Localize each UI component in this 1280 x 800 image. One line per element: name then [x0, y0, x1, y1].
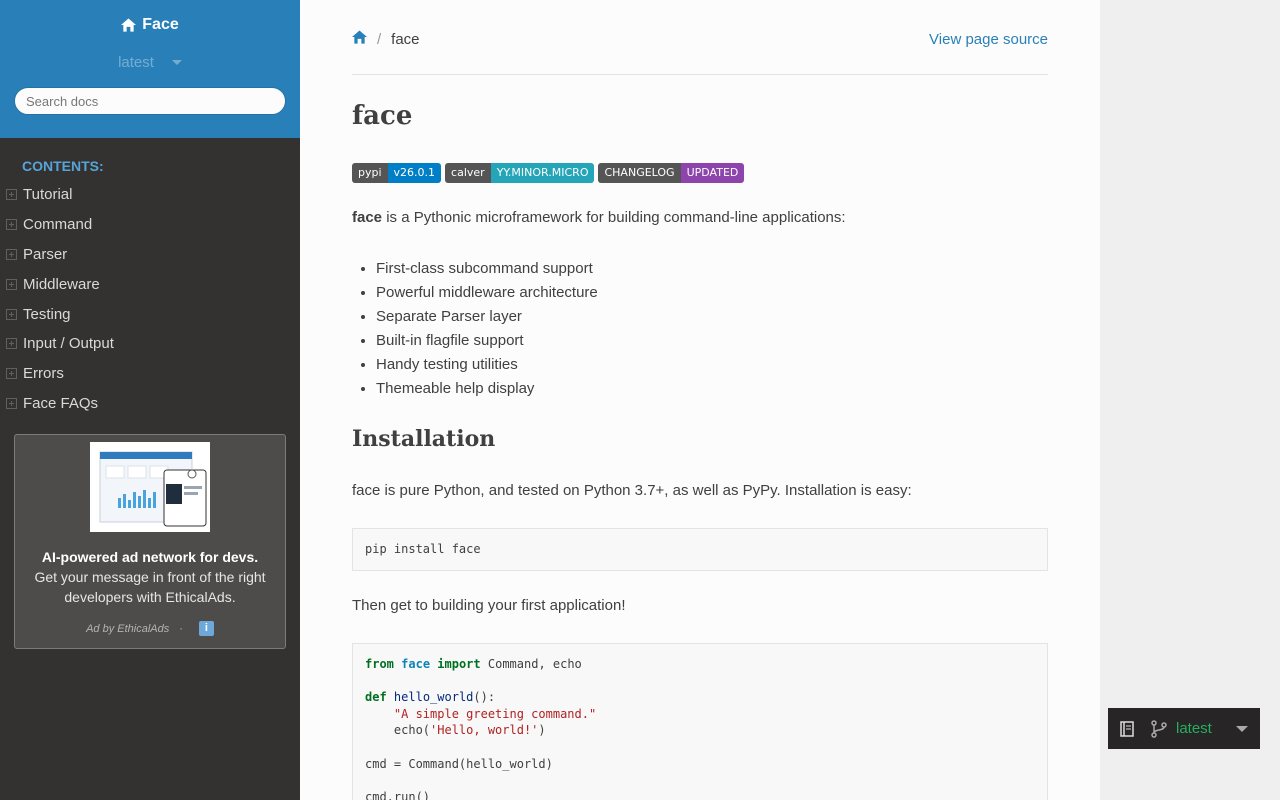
separator-dot: ·: [179, 622, 183, 635]
breadcrumb-home-link[interactable]: [352, 30, 367, 48]
feature-list: First-class subcommand support Powerful …: [376, 257, 598, 401]
badge-label: calver: [445, 163, 491, 183]
book-icon: [1120, 720, 1134, 737]
toc-item-label: Face FAQs: [23, 394, 99, 412]
expand-icon[interactable]: [6, 278, 17, 290]
current-version: latest: [1176, 720, 1212, 737]
toc-item-parser[interactable]: Parser: [0, 240, 300, 270]
toc-list: Tutorial Command Parser Middleware Testi…: [0, 180, 300, 418]
toc-item-command[interactable]: Command: [0, 210, 300, 240]
toc-item-label: Middleware: [23, 275, 100, 293]
expand-icon[interactable]: [6, 368, 17, 380]
expand-icon[interactable]: [6, 308, 17, 320]
expand-icon[interactable]: [6, 248, 17, 260]
toc-item-testing[interactable]: Testing: [0, 299, 300, 329]
example-code-block: from face import Command, echo def hello…: [352, 643, 1048, 800]
code-token: cmd.run(): [365, 789, 431, 800]
ad-headline: AI-powered ad network for devs.: [41, 549, 259, 565]
chevron-down-icon: [171, 60, 182, 65]
intro-text: is a Pythonic microframework for buildin…: [382, 209, 846, 226]
ad-attribution: Ad by EthicalAds · i: [15, 621, 285, 636]
sidebar: Face latest CONTENTS: Tutorial Command P…: [0, 0, 300, 800]
search-input[interactable]: [14, 87, 286, 115]
ethicalads-banner[interactable]: AI-powered ad network for devs. Get your…: [14, 434, 286, 649]
installation-heading: Installation: [352, 426, 496, 452]
breadcrumb: / face View page source: [352, 30, 1048, 48]
changelog-badge[interactable]: CHANGELOG UPDATED: [598, 163, 745, 183]
list-item: Themeable help display: [376, 377, 598, 401]
list-item: Separate Parser layer: [376, 305, 598, 329]
dashboard-illustration: [99, 451, 207, 527]
badges: pypi v26.0.1 calver YY.MINOR.MICRO CHANGEL…: [352, 163, 745, 183]
home-icon: [121, 18, 137, 32]
code-token: def: [365, 690, 387, 705]
sidebar-header: Face latest: [0, 0, 300, 138]
badge-value: v26.0.1: [387, 163, 442, 183]
toc-item-label: Testing: [23, 305, 71, 323]
toc-item-label: Parser: [23, 245, 68, 263]
page-title: face: [352, 101, 413, 131]
calver-badge[interactable]: calver YY.MINOR.MICRO: [445, 163, 595, 183]
ad-body: Get your message in front of the right d…: [34, 569, 266, 605]
toc-item-face-faqs[interactable]: Face FAQs: [0, 389, 300, 419]
code-token: from: [365, 657, 394, 671]
expand-icon[interactable]: [6, 338, 17, 350]
version-label: latest: [118, 54, 154, 71]
expand-icon[interactable]: [6, 189, 17, 201]
code-token: ():: [473, 690, 496, 705]
expand-icon[interactable]: [6, 219, 17, 231]
toc-item-label: Errors: [23, 365, 64, 383]
list-item: Handy testing utilities: [376, 353, 598, 377]
install-code-block: pip install face: [352, 528, 1048, 571]
code-token: import: [437, 657, 481, 671]
pypi-badge[interactable]: pypi v26.0.1: [352, 163, 442, 183]
badge-label: CHANGELOG: [598, 163, 681, 183]
ad-text[interactable]: AI-powered ad network for devs. Get your…: [29, 547, 271, 607]
chevron-down-icon[interactable]: [1236, 725, 1248, 732]
ad-image[interactable]: [90, 442, 210, 532]
intro-bold: face: [352, 209, 383, 226]
list-item: Powerful middleware architecture: [376, 281, 598, 305]
ad-by-link[interactable]: Ad by EthicalAds: [86, 623, 169, 635]
code-token: cmd = Command(hello_world): [365, 756, 553, 771]
badge-value: UPDATED: [680, 163, 745, 183]
toc-item-input-output[interactable]: Input / Output: [0, 329, 300, 359]
brand-name: Face: [142, 16, 179, 33]
view-source-link[interactable]: View page source: [929, 31, 1048, 48]
version-selector[interactable]: latest: [0, 54, 300, 71]
home-icon: [352, 30, 367, 44]
list-item: Built-in flagfile support: [376, 329, 598, 353]
code-token: ): [538, 723, 546, 738]
contents-caption: CONTENTS:: [22, 158, 104, 174]
code-token: "A simple greeting command.": [393, 706, 597, 721]
branch-icon: [1151, 719, 1167, 738]
toc-item-label: Tutorial: [23, 186, 73, 204]
list-item: First-class subcommand support: [376, 257, 598, 281]
expand-icon[interactable]: [6, 397, 17, 409]
breadcrumb-current: face: [391, 30, 420, 48]
badge-value: YY.MINOR.MICRO: [490, 163, 595, 183]
breadcrumb-separator: /: [377, 30, 382, 48]
toc-item-label: Command: [23, 216, 93, 234]
toc-item-errors[interactable]: Errors: [0, 359, 300, 389]
toc-item-middleware[interactable]: Middleware: [0, 269, 300, 299]
toc-item-tutorial[interactable]: Tutorial: [0, 180, 300, 210]
code-token: hello_world: [393, 690, 474, 705]
info-icon[interactable]: i: [198, 621, 214, 636]
main-content: / face View page source face pypi v26.0.1…: [300, 0, 1100, 800]
intro-paragraph: face is a Pythonic microframework for bu…: [352, 209, 846, 226]
badge-label: pypi: [352, 163, 388, 183]
brand-link[interactable]: Face: [121, 16, 179, 34]
code-token: face: [401, 657, 431, 671]
install-paragraph: face is pure Python, and tested on Pytho…: [352, 482, 912, 499]
build-paragraph: Then get to building your first applicat…: [352, 597, 626, 614]
code-token: 'Hello, world!': [430, 723, 539, 738]
code-token: Command, echo: [480, 657, 582, 671]
code-token: echo(: [393, 723, 431, 738]
version-switcher[interactable]: latest: [1108, 708, 1260, 749]
toc-item-label: Input / Output: [23, 335, 114, 353]
divider: [352, 74, 1048, 75]
